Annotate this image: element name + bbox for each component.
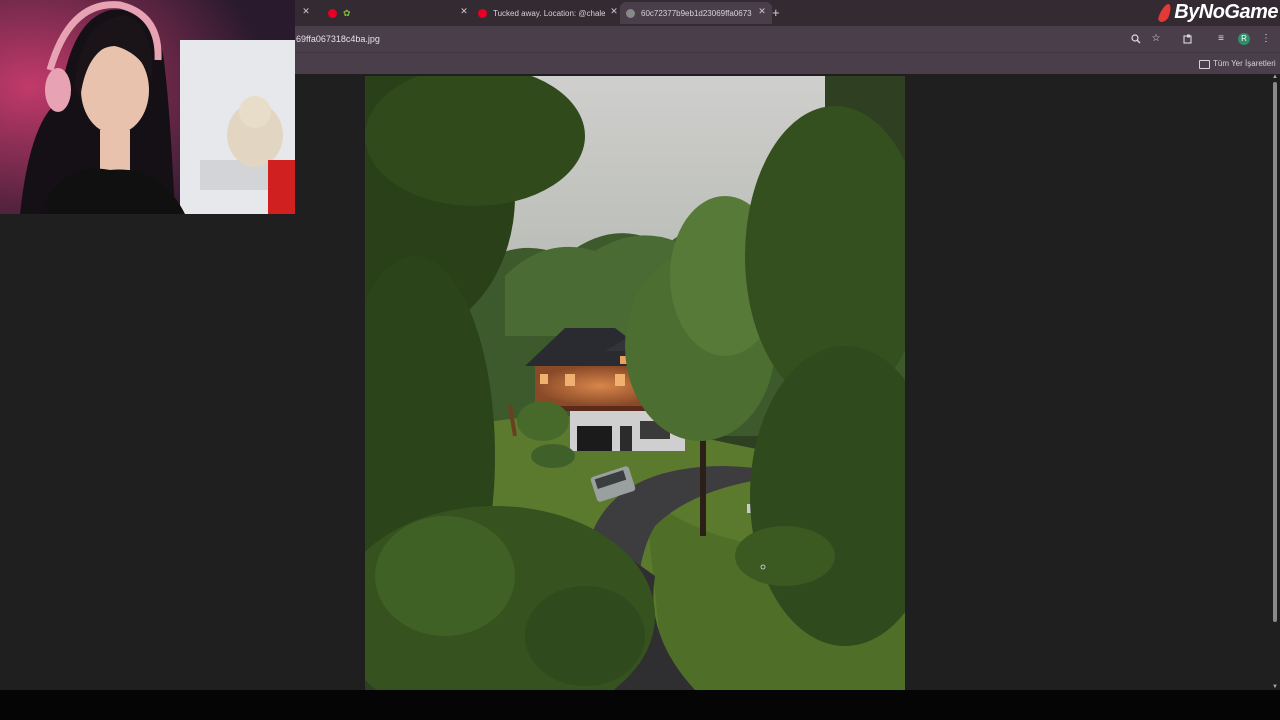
house-in-forest-photo[interactable] [365,76,905,690]
pinterest-icon [478,8,487,18]
zoom-icon[interactable] [1130,34,1142,47]
all-bookmarks-link[interactable]: Tüm Yer İşaretleri [1213,59,1276,68]
folder-icon [1199,60,1210,69]
media-icon[interactable]: ≡ [1215,34,1227,44]
bottom-bar [0,690,1280,720]
scroll-up-icon[interactable]: ▲ [1272,74,1278,80]
webcam-overlay [0,0,295,214]
close-tab-icon[interactable]: ✕ [458,6,470,17]
profile-icon[interactable]: R [1238,33,1250,45]
menu-icon[interactable]: ⋮ [1260,34,1272,44]
tab-partial[interactable]: › ✕ [292,2,316,24]
vertical-scrollbar[interactable]: ▲ ▼ [1272,74,1278,690]
flame-logo-icon [1156,3,1174,22]
tab-image-active[interactable]: 60c72377b9eb1d23069ffa0673 ✕ [620,2,772,24]
brand-text: ByNoGame [1174,1,1278,23]
tab-label: Tucked away. Location: @chale [493,8,605,18]
address-bar-url[interactable]: 69ffa067318c4ba.jpg [296,34,380,44]
tab-pinterest-1[interactable]: ✿ ✕ [322,2,474,24]
close-tab-icon[interactable]: ✕ [300,6,312,17]
tab-pinterest-2[interactable]: Tucked away. Location: @chale ✕ [472,2,624,24]
extensions-icon[interactable] [1182,34,1194,47]
tab-label: 60c72377b9eb1d23069ffa0673 [641,8,752,18]
new-tab-button[interactable]: + [772,5,780,20]
scrollbar-thumb[interactable] [1273,82,1277,622]
brand-watermark: ByNoGame [1156,1,1278,24]
sprout-icon: ✿ [343,7,351,18]
bookmark-star-icon[interactable]: ☆ [1150,34,1162,44]
close-tab-icon[interactable]: ✕ [756,6,768,17]
pinterest-icon [328,8,337,18]
close-tab-icon[interactable]: ✕ [608,6,620,17]
image-icon [626,8,635,18]
